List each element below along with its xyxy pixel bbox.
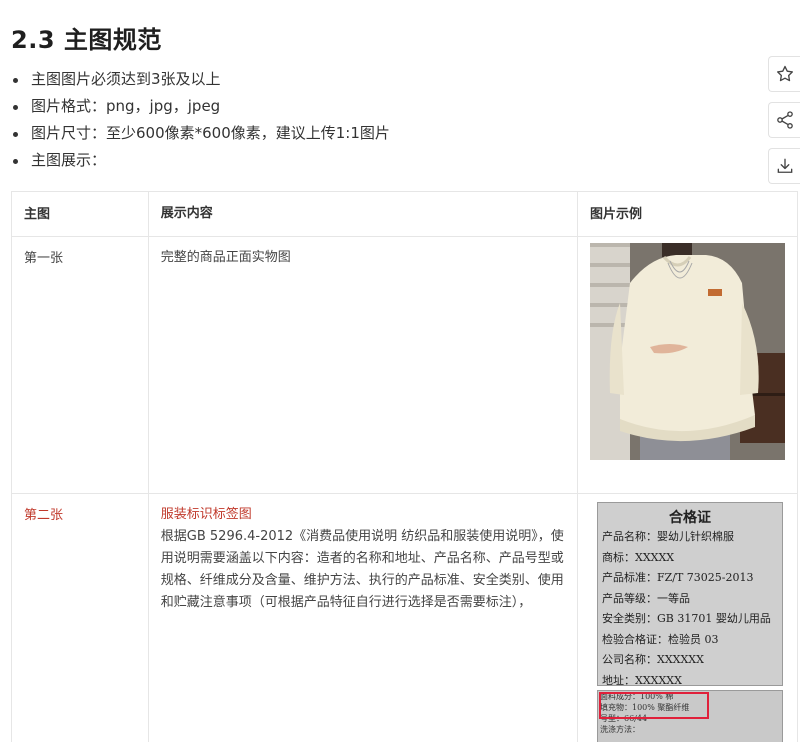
favorite-button[interactable]: [768, 56, 800, 92]
list-item: 图片尺寸：至少600像素*600像素，建议上传1:1图片: [11, 120, 390, 147]
highlight-box: [598, 692, 709, 719]
share-button[interactable]: [768, 102, 800, 138]
row-content: 完整的商品正面实物图: [147, 236, 578, 494]
list-item: 主图展示：: [11, 147, 390, 174]
table-header-row: 主图 展示内容 图片示例: [11, 191, 799, 237]
table-row: 第二张 服装标识标签图 根据GB 5296.4-2012《消费品使用说明 纺织品…: [11, 493, 799, 742]
sweater-product-photo: [589, 243, 785, 460]
garment-label-sample: 合格证 产品名称：婴幼儿针织棉服 商标：XXXXX 产品标准：FZ/T 7302…: [596, 502, 783, 742]
requirements-list: 主图图片必须达到3张及以上 图片格式：png，jpg，jpeg 图片尺寸：至少6…: [11, 66, 390, 174]
download-icon: [777, 158, 792, 173]
column-header: 主图: [11, 191, 149, 237]
column-header: 图片示例: [576, 191, 799, 237]
side-action-bar: [768, 56, 800, 194]
row-content-title: 服装标识标签图: [160, 507, 252, 522]
download-button[interactable]: [768, 148, 800, 184]
row-name: 第一张: [11, 236, 149, 494]
table-row: 第一张 完整的商品正面实物图: [11, 236, 799, 494]
section-heading: 2.3 主图规范: [11, 26, 162, 54]
star-icon: [776, 65, 793, 82]
list-item: 主图图片必须达到3张及以上: [11, 66, 390, 93]
row-name: 第二张: [11, 493, 149, 742]
share-icon: [776, 111, 793, 129]
list-item: 图片格式：png，jpg，jpeg: [11, 93, 390, 120]
column-header: 展示内容: [147, 191, 578, 237]
row-content: 根据GB 5296.4-2012《消费品使用说明 纺织品和服装使用说明》，使用说…: [160, 529, 564, 610]
main-image-spec-table: 主图 展示内容 图片示例 第一张 完整的商品正面实物图 第二张 服装标识标签图 …: [11, 191, 799, 742]
